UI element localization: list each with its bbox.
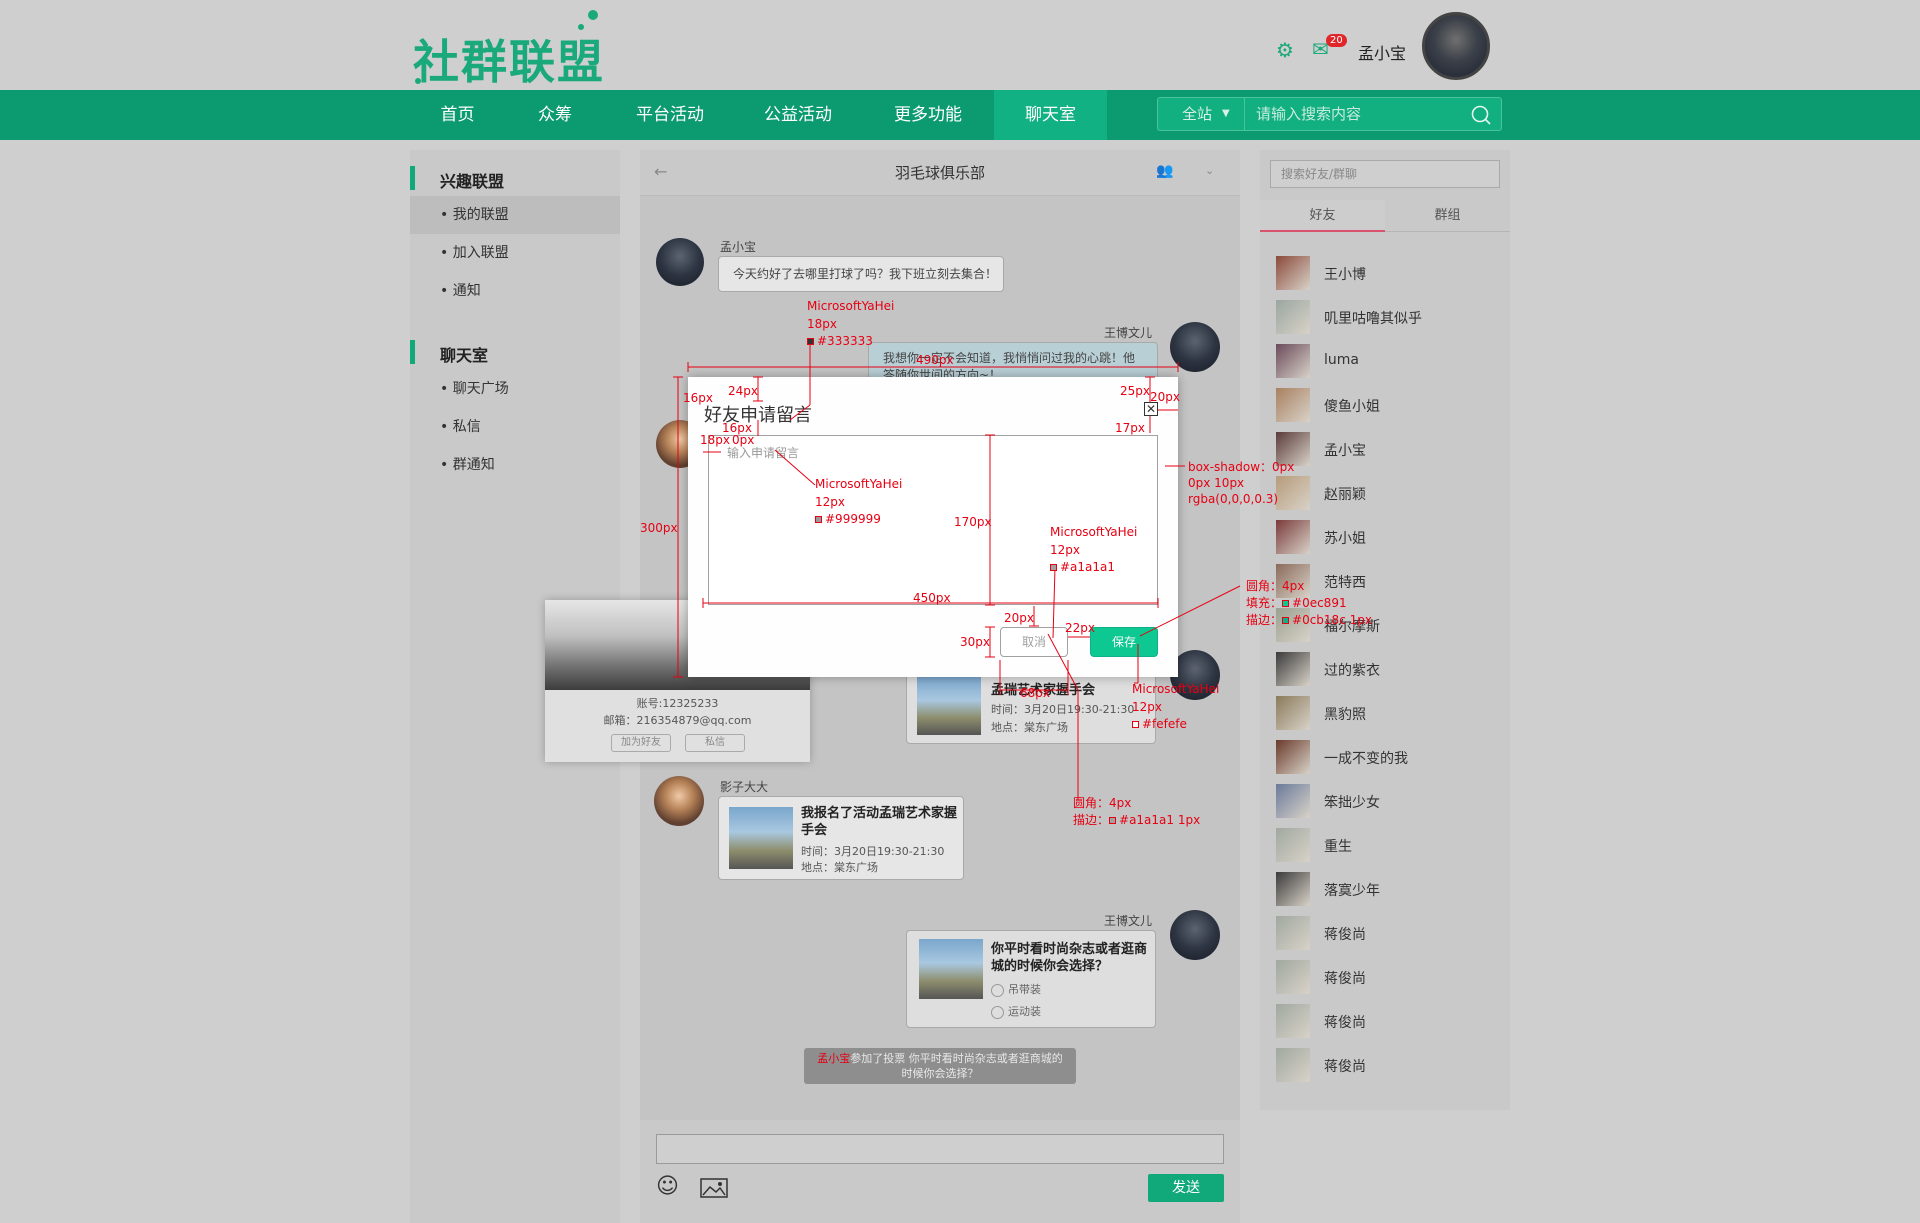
annotation-width: 490px bbox=[916, 353, 954, 367]
annotation-size: 12px bbox=[1050, 543, 1080, 557]
annotation-font: MicrosoftYaHei bbox=[815, 477, 903, 491]
annotation-spacing: 22px bbox=[1065, 621, 1095, 635]
annotation-font: MicrosoftYaHei bbox=[807, 299, 895, 313]
annotation-spacing: 24px bbox=[728, 384, 758, 398]
annotation-font: MicrosoftYaHei bbox=[1050, 525, 1138, 539]
annotation-spacing: 16px bbox=[683, 391, 713, 405]
annotation-color: #333333 bbox=[807, 333, 873, 349]
annotation-size: 18px bbox=[807, 317, 837, 331]
annotation-lines bbox=[673, 338, 1241, 800]
annotation-spacing: 0px bbox=[732, 433, 755, 447]
annotation-color: #999999 bbox=[815, 511, 881, 527]
annotation-shadow: 0px 10px bbox=[1188, 476, 1245, 490]
annotation-color: #fefefe bbox=[1132, 716, 1187, 732]
annotation-width: 450px bbox=[913, 591, 951, 605]
annotation-size: 12px bbox=[815, 495, 845, 509]
annotation-spacing: 17px bbox=[1115, 421, 1145, 435]
annotation-stroke: 描边： #0cb18c 1px bbox=[1246, 613, 1372, 627]
annotation-color: #a1a1a1 bbox=[1050, 559, 1115, 575]
annotation-shadow: box-shadow：0px bbox=[1188, 460, 1295, 474]
annotation-shadow: rgba(0,0,0,0.3) bbox=[1188, 492, 1279, 506]
annotation-height: 170px bbox=[954, 515, 992, 529]
annotation-height: 30px bbox=[960, 635, 990, 649]
annotation-height: 300px bbox=[640, 521, 678, 535]
annotation-spacing: 20px bbox=[1004, 611, 1034, 625]
annotation-fill: 填充： #0ec891 bbox=[1246, 596, 1347, 610]
annotation-font: MicrosoftYaHei bbox=[1132, 682, 1220, 696]
annotation-spacing: 18px bbox=[700, 433, 730, 447]
annotation-radius: 圆角：4px bbox=[1246, 579, 1305, 593]
annotation-size: 12px bbox=[1132, 700, 1162, 714]
annotation-stroke: 描边： #a1a1a1 1px bbox=[1073, 813, 1201, 827]
annotation-width: 68px bbox=[1020, 686, 1050, 700]
annotation-spacing: 20px bbox=[1150, 390, 1180, 404]
annotation-radius: 圆角：4px bbox=[1073, 796, 1132, 810]
annotation-spacing: 25px bbox=[1120, 384, 1150, 398]
